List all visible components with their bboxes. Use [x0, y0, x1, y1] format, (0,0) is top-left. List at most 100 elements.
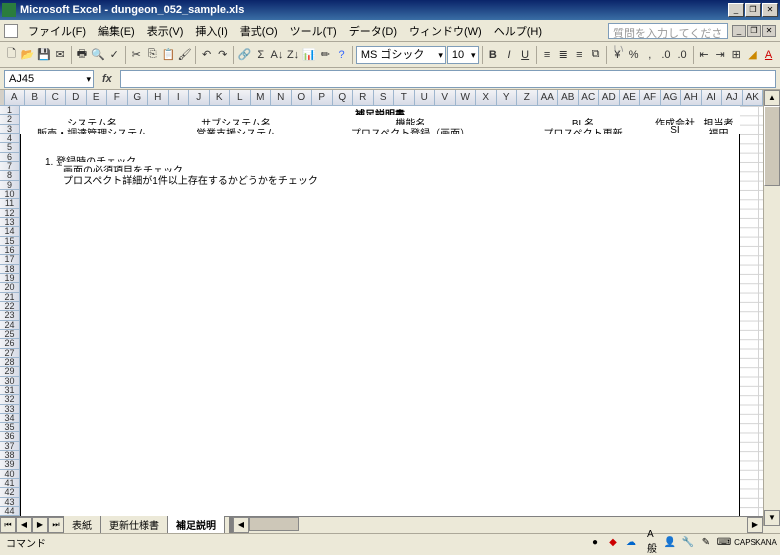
col-header-N[interactable]: N — [271, 90, 292, 106]
cut-icon[interactable]: ✂ — [129, 45, 144, 65]
underline-icon[interactable]: U — [518, 45, 533, 65]
font-color-icon[interactable]: A — [761, 45, 776, 65]
col-header-AF[interactable]: AF — [640, 90, 661, 106]
tab-last-icon[interactable]: ⏭ — [48, 517, 64, 533]
col-header-AA[interactable]: AA — [538, 90, 559, 106]
menu-file[interactable]: ファイル(F) — [22, 21, 92, 41]
col-header-AJ[interactable]: AJ — [722, 90, 743, 106]
comma-icon[interactable]: , — [642, 45, 657, 65]
ime-icon-2[interactable]: ◆ — [605, 535, 621, 549]
align-right-icon[interactable]: ≡ — [572, 45, 587, 65]
save-icon[interactable]: 💾 — [36, 45, 51, 65]
bold-icon[interactable]: B — [485, 45, 500, 65]
col-header-AI[interactable]: AI — [702, 90, 723, 106]
sort-desc-icon[interactable]: Z↓ — [286, 45, 301, 65]
col-header-J[interactable]: J — [189, 90, 210, 106]
ime-icon-7[interactable]: ⌨ — [716, 535, 732, 549]
col-header-A[interactable]: A — [5, 90, 26, 106]
autosum-icon[interactable]: Σ — [253, 45, 268, 65]
chart-icon[interactable]: 📊 — [302, 45, 317, 65]
col-header-X[interactable]: X — [476, 90, 497, 106]
col-header-AD[interactable]: AD — [599, 90, 620, 106]
col-header-Y[interactable]: Y — [497, 90, 518, 106]
tab-sheet1[interactable]: 表紙 — [63, 516, 101, 534]
tab-next-icon[interactable]: ▶ — [32, 517, 48, 533]
col-header-Z[interactable]: Z — [517, 90, 538, 106]
ime-icon-6[interactable]: ✎ — [698, 535, 714, 549]
percent-icon[interactable]: % — [626, 45, 641, 65]
link-icon[interactable]: 🔗 — [237, 45, 252, 65]
new-icon[interactable]: 🗋 — [4, 45, 19, 65]
doc-restore-button[interactable]: ❐ — [747, 25, 761, 37]
print-icon[interactable]: 🖶 — [74, 45, 89, 65]
indent-icon[interactable]: ⇤ — [696, 45, 711, 65]
col-header-F[interactable]: F — [107, 90, 128, 106]
menu-edit[interactable]: 編集(E) — [92, 21, 141, 41]
align-center-icon[interactable]: ≣ — [556, 45, 571, 65]
name-box[interactable]: AJ45 — [4, 70, 94, 88]
col-header-S[interactable]: S — [374, 90, 395, 106]
decrease-decimal-icon[interactable]: .0 — [674, 45, 689, 65]
menu-tools[interactable]: ツール(T) — [284, 21, 343, 41]
col-header-AG[interactable]: AG — [661, 90, 682, 106]
menu-view[interactable]: 表示(V) — [141, 21, 190, 41]
undo-icon[interactable]: ↶ — [199, 45, 214, 65]
borders-icon[interactable]: ⊞ — [729, 45, 744, 65]
restore-button[interactable]: ❐ — [745, 3, 761, 17]
scroll-down-icon[interactable]: ▼ — [764, 510, 780, 526]
currency-icon[interactable]: ¥ — [610, 45, 625, 65]
col-header-T[interactable]: T — [394, 90, 415, 106]
col-header-AK[interactable]: AK — [743, 90, 764, 106]
ime-icon-3[interactable]: ☁ — [623, 535, 639, 549]
tab-sheet2[interactable]: 更新仕様書 — [100, 516, 168, 534]
spell-icon[interactable]: ✓ — [107, 45, 122, 65]
close-button[interactable]: ✕ — [762, 3, 778, 17]
col-header-AH[interactable]: AH — [681, 90, 702, 106]
open-icon[interactable]: 📂 — [20, 45, 35, 65]
preview-icon[interactable]: 🔍 — [91, 45, 106, 65]
tab-sheet3[interactable]: 補足説明 — [167, 516, 225, 534]
col-header-I[interactable]: I — [169, 90, 190, 106]
increase-decimal-icon[interactable]: .0 — [658, 45, 673, 65]
minimize-button[interactable]: _ — [728, 3, 744, 17]
col-header-U[interactable]: U — [415, 90, 436, 106]
font-select[interactable]: MS ゴシック — [356, 46, 446, 64]
ask-question-input[interactable]: 質問を入力してください — [608, 23, 728, 39]
menu-help[interactable]: ヘルプ(H) — [488, 21, 548, 41]
align-left-icon[interactable]: ≡ — [539, 45, 554, 65]
col-header-D[interactable]: D — [66, 90, 87, 106]
col-header-AB[interactable]: AB — [558, 90, 579, 106]
scroll-up-icon[interactable]: ▲ — [764, 90, 780, 106]
col-header-AE[interactable]: AE — [620, 90, 641, 106]
col-header-M[interactable]: M — [251, 90, 272, 106]
menu-insert[interactable]: 挿入(I) — [189, 21, 233, 41]
doc-close-button[interactable]: ✕ — [762, 25, 776, 37]
col-header-V[interactable]: V — [435, 90, 456, 106]
italic-icon[interactable]: I — [501, 45, 516, 65]
paste-icon[interactable]: 📋 — [161, 45, 176, 65]
ime-icon-5[interactable]: 🔧 — [680, 535, 696, 549]
mail-icon[interactable]: ✉ — [52, 45, 67, 65]
menu-format[interactable]: 書式(O) — [234, 21, 284, 41]
redo-icon[interactable]: ↷ — [215, 45, 230, 65]
ime-mode[interactable]: A 般 — [644, 535, 660, 549]
ime-icon-4[interactable]: 👤 — [662, 535, 678, 549]
merge-icon[interactable]: ⧉ — [588, 45, 603, 65]
ime-icon-1[interactable]: ● — [587, 535, 603, 549]
tab-first-icon[interactable]: ⏮ — [0, 517, 16, 533]
formula-bar[interactable] — [120, 70, 776, 88]
col-header-L[interactable]: L — [230, 90, 251, 106]
doc-minimize-button[interactable]: _ — [732, 25, 746, 37]
col-header-O[interactable]: O — [292, 90, 313, 106]
horizontal-scrollbar[interactable]: ◀ ▶ — [229, 517, 763, 533]
scroll-left-icon[interactable]: ◀ — [233, 517, 249, 533]
drawing-icon[interactable]: ✏ — [318, 45, 333, 65]
hscroll-thumb[interactable] — [249, 517, 299, 531]
col-header-C[interactable]: C — [46, 90, 67, 106]
outdent-icon[interactable]: ⇥ — [713, 45, 728, 65]
cells-area[interactable]: 補足説明書 システム名 サブシステム名 機能名 BL名 作成会社 担当者 販売・… — [20, 106, 763, 526]
col-header-W[interactable]: W — [456, 90, 477, 106]
help-icon[interactable]: ? — [334, 45, 349, 65]
col-header-P[interactable]: P — [312, 90, 333, 106]
col-header-K[interactable]: K — [210, 90, 231, 106]
